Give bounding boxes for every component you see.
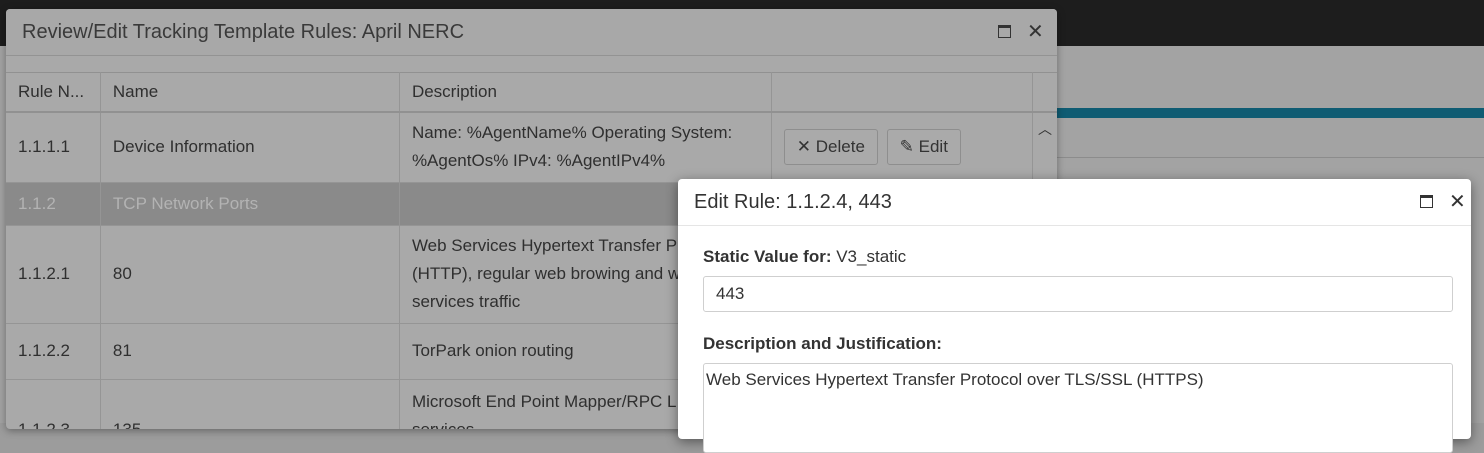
description-textarea[interactable]: Web Services Hypertext Transfer Protocol… <box>703 363 1453 453</box>
static-value-label: Static Value for: V3_static <box>703 247 907 266</box>
static-variable-name: V3_static <box>836 247 907 266</box>
rule-number: 1.1.2.1 <box>6 225 101 324</box>
x-icon: ✕ <box>796 137 812 157</box>
rule-number: 1.1.2.3 <box>6 379 101 429</box>
rule-number: 1.1.2 <box>6 182 101 226</box>
rule-description: Name: %AgentName% Operating System: %Age… <box>399 112 772 183</box>
table-row[interactable]: 1.1.1.1 Device Information Name: %AgentN… <box>6 112 1057 183</box>
close-icon[interactable]: ✕ <box>1449 192 1466 212</box>
rule-number: 1.1.1.1 <box>6 112 101 183</box>
static-value-input[interactable] <box>703 276 1453 312</box>
rule-name: Device Information <box>100 112 400 183</box>
rule-name: TCP Network Ports <box>100 182 400 226</box>
rule-name: 135 <box>100 379 400 429</box>
app-divider <box>1050 157 1484 158</box>
dialog-title: Review/Edit Tracking Template Rules: Apr… <box>22 21 465 43</box>
column-header-actions <box>771 72 1033 113</box>
column-header-description[interactable]: Description <box>399 72 772 113</box>
chevron-up-icon[interactable]: ︿ <box>1038 119 1052 139</box>
rule-number: 1.1.2.2 <box>6 323 101 380</box>
close-icon[interactable]: ✕ <box>1027 22 1044 42</box>
maximize-icon[interactable] <box>1420 195 1433 212</box>
rule-name: 80 <box>100 225 400 324</box>
pencil-icon: ✎ <box>899 137 914 157</box>
edit-dialog-header: Edit Rule: 1.1.2.4, 443 ✕ <box>678 179 1471 226</box>
dialog-header: Review/Edit Tracking Template Rules: Apr… <box>6 9 1057 56</box>
description-label: Description and Justification: <box>703 334 942 353</box>
delete-button[interactable]: ✕ Delete <box>783 129 878 166</box>
app-accent-strip <box>1050 108 1484 118</box>
edit-dialog-title: Edit Rule: 1.1.2.4, 443 <box>694 191 892 213</box>
rule-actions: ✕ Delete ✎ Edit <box>771 112 1033 183</box>
rule-name: 81 <box>100 323 400 380</box>
column-header-rule[interactable]: Rule N... <box>6 72 101 113</box>
table-header-row: Rule N... Name Description <box>6 72 1057 113</box>
edit-button[interactable]: ✎ Edit <box>886 129 961 166</box>
column-header-name[interactable]: Name <box>100 72 400 113</box>
scrollbar-header <box>1032 72 1057 113</box>
maximize-icon[interactable] <box>998 25 1011 42</box>
edit-rule-dialog: Edit Rule: 1.1.2.4, 443 ✕ Static Value f… <box>678 179 1471 453</box>
